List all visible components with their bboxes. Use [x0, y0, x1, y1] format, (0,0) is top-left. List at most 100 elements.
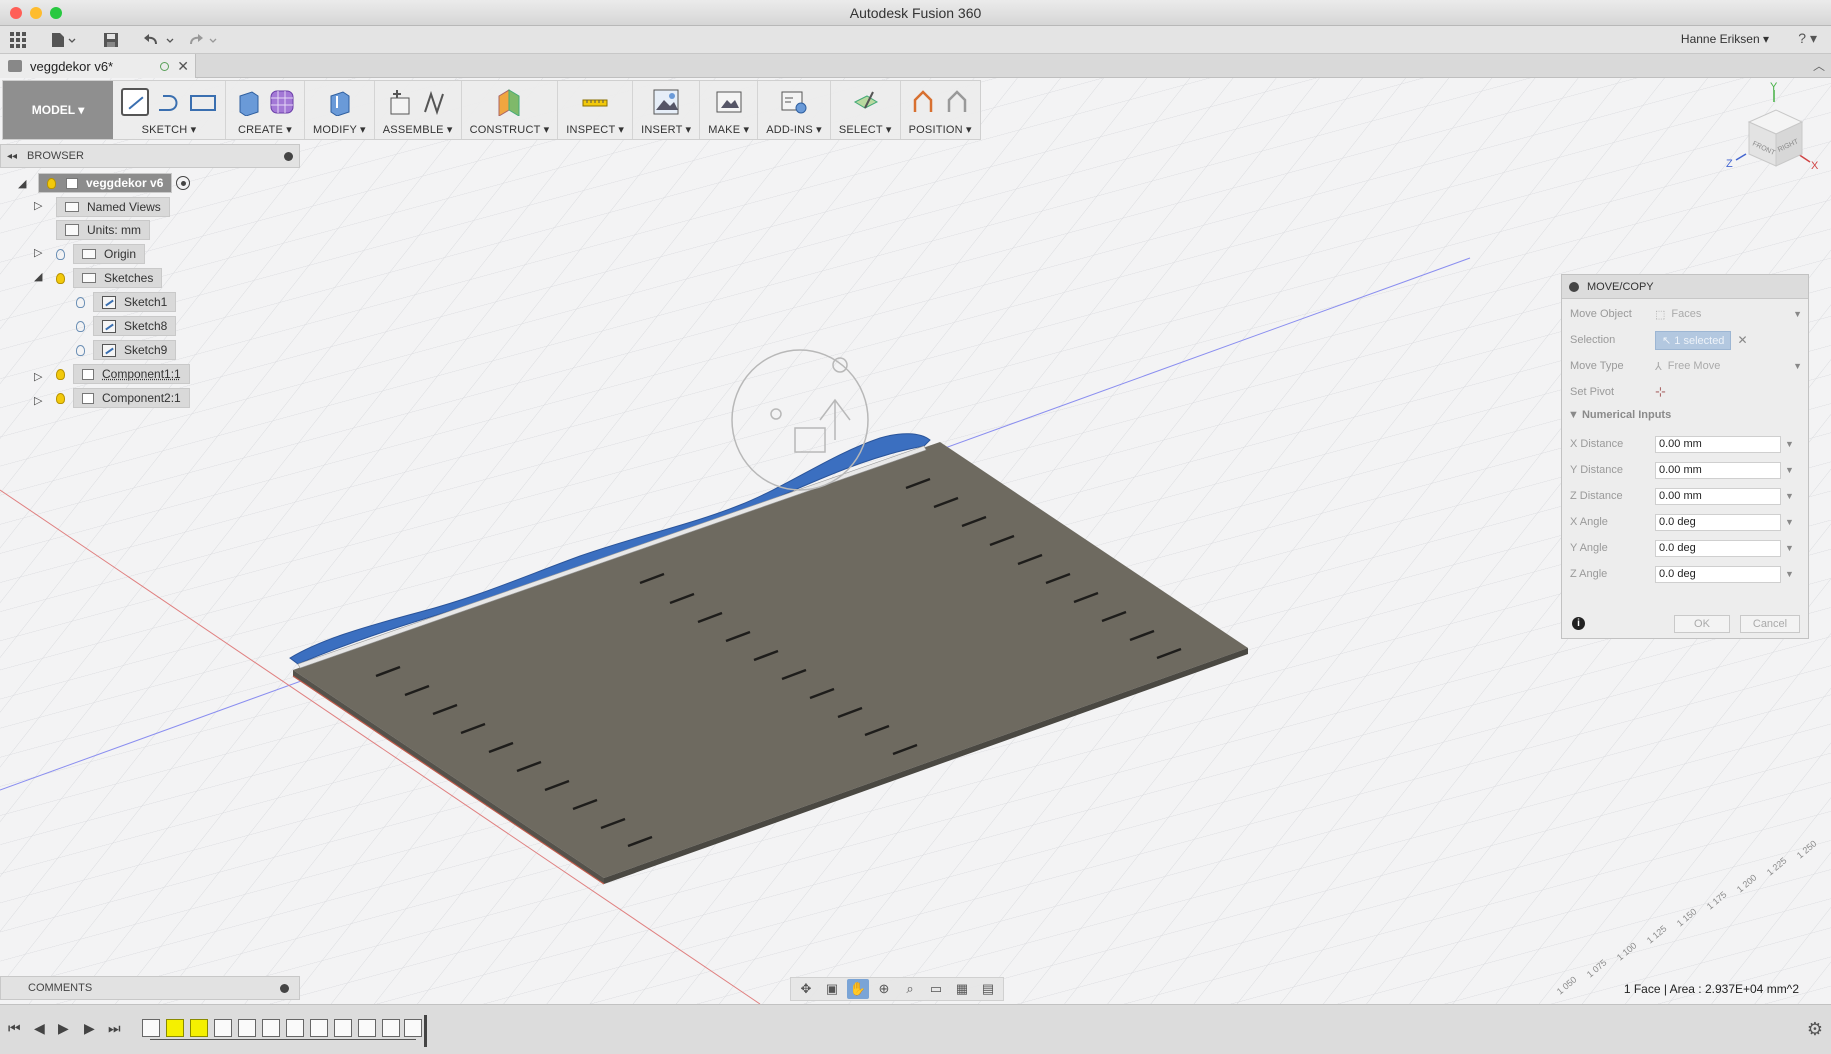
document-tab[interactable]: veggdekor v6* ✕ [0, 54, 196, 78]
timeline-sketch-feature[interactable] [214, 1019, 232, 1037]
assemble-group[interactable]: ASSEMBLE ▾ [375, 81, 462, 139]
expand-origin-icon[interactable]: ▷ [34, 246, 46, 259]
gear-icon[interactable]: ⚙ [1807, 1019, 1823, 1040]
modify-group[interactable]: MODIFY ▾ [305, 81, 375, 139]
expand-component1-icon[interactable]: ▷ [34, 370, 46, 383]
tree-item-units[interactable]: Units: mm [56, 220, 150, 240]
clear-selection-icon[interactable]: ✕ [1737, 333, 1747, 347]
insert-group[interactable]: INSERT ▾ [633, 81, 701, 139]
redo-icon[interactable] [187, 30, 221, 50]
pin-icon[interactable] [284, 151, 293, 161]
pivot-icon[interactable]: ⊹ [1655, 384, 1666, 400]
data-panel-grid-icon[interactable] [10, 30, 26, 50]
timeline-move-feature[interactable] [358, 1019, 376, 1037]
expand-component2-icon[interactable]: ▷ [34, 394, 46, 407]
tree-item-sketch8[interactable]: Sketch8 [76, 316, 177, 336]
measure-icon[interactable] [581, 88, 609, 116]
save-icon[interactable] [103, 30, 119, 50]
browser-panel-header[interactable]: ◂◂ BROWSER [0, 144, 300, 168]
new-component-icon[interactable] [387, 88, 415, 116]
tree-item-sketch9[interactable]: Sketch9 [76, 340, 177, 360]
orbit-icon[interactable]: ✥ [795, 979, 817, 999]
chevron-down-icon[interactable]: ▼ [1785, 439, 1794, 449]
timeline-extrude-feature[interactable] [238, 1019, 256, 1037]
inspect-group[interactable]: INSPECT ▾ [558, 81, 634, 139]
chevron-up-icon[interactable]: ︿ [1813, 57, 1825, 74]
chevron-down-icon[interactable]: ▼ [1785, 543, 1794, 553]
undo-icon[interactable] [142, 30, 176, 50]
visibility-bulb-icon[interactable] [56, 368, 65, 380]
3d-print-icon[interactable] [715, 88, 743, 116]
tree-item-component1[interactable]: Component1:1 [56, 364, 190, 384]
viewcube[interactable]: Y X Z FRONT RIGHT [1716, 82, 1826, 192]
dialog-header[interactable]: MOVE/COPY [1562, 275, 1808, 299]
timeline-feature-selected[interactable] [166, 1019, 184, 1037]
add-ins-group[interactable]: ADD-INS ▾ [758, 81, 831, 139]
chevron-down-icon[interactable]: ▼ [1785, 517, 1794, 527]
y-distance-input[interactable]: 0.00 mm [1655, 461, 1781, 479]
timeline-marker[interactable] [424, 1015, 427, 1047]
construct-group[interactable]: CONSTRUCT ▾ [462, 81, 559, 139]
numerical-inputs-section[interactable]: ▼ Numerical Inputs [1568, 409, 1671, 421]
go-to-start-icon[interactable]: ⏮ [8, 1020, 21, 1037]
move-type-select[interactable]: ⅄ Free Move ▼ [1655, 360, 1802, 373]
add-comment-icon[interactable] [280, 983, 289, 993]
timeline-feature[interactable] [404, 1019, 422, 1037]
fit-icon[interactable]: ⌕ [899, 979, 921, 999]
visibility-bulb-icon[interactable] [76, 344, 85, 356]
expand-named-views-icon[interactable]: ▷ [34, 199, 46, 212]
tree-item-sketches[interactable]: Sketches [56, 268, 163, 288]
zoom-icon[interactable]: ⊕ [873, 979, 895, 999]
file-menu-icon[interactable] [50, 30, 76, 50]
minimize-dialog-icon[interactable] [1569, 281, 1579, 292]
expand-root-icon[interactable]: ◢ [18, 177, 30, 190]
visibility-bulb-icon[interactable] [56, 392, 65, 404]
scripts-addins-icon[interactable] [780, 88, 808, 116]
viewport-canvas[interactable]: 1 050 1 075 1 100 1 125 1 150 1 175 1 20… [0, 78, 1831, 1004]
sketch-group[interactable]: SKETCH ▾ [113, 81, 226, 139]
play-icon[interactable]: ▶ [58, 1020, 69, 1037]
timeline-sketch-feature[interactable] [142, 1019, 160, 1037]
create-sketch-icon[interactable] [121, 88, 149, 116]
visibility-bulb-icon[interactable] [76, 320, 85, 332]
look-at-icon[interactable]: ▣ [821, 979, 843, 999]
chevron-down-icon[interactable]: ▼ [1785, 569, 1794, 579]
collapse-panel-icon[interactable]: ◂◂ [7, 151, 17, 162]
timeline-sketch-feature[interactable] [286, 1019, 304, 1037]
visibility-bulb-icon[interactable] [56, 272, 65, 284]
expand-sketches-icon[interactable]: ◢ [34, 270, 46, 283]
select-group[interactable]: SELECT ▾ [831, 81, 901, 139]
visibility-bulb-icon[interactable] [76, 296, 85, 308]
visibility-bulb-icon[interactable] [47, 177, 56, 189]
close-tab-icon[interactable]: ✕ [177, 58, 189, 75]
grid-settings-icon[interactable]: ▦ [951, 979, 973, 999]
timeline-feature[interactable] [262, 1019, 280, 1037]
tree-item-sketch1[interactable]: Sketch1 [76, 292, 177, 312]
selection-chip[interactable]: ↖ 1 selected [1655, 330, 1732, 350]
cancel-button[interactable]: Cancel [1740, 615, 1800, 633]
line-icon[interactable] [155, 88, 183, 116]
go-to-end-icon[interactable]: ⏭ [108, 1020, 121, 1037]
revert-position-icon[interactable] [943, 88, 971, 116]
tree-item-origin[interactable]: Origin [56, 244, 146, 264]
z-angle-input[interactable]: 0.0 deg [1655, 565, 1781, 583]
create-group[interactable]: CREATE ▾ [226, 81, 305, 139]
step-back-icon[interactable]: ◀ [34, 1020, 45, 1037]
comments-panel-header[interactable]: COMMENTS [0, 976, 300, 1000]
timeline-feature-selected[interactable] [190, 1019, 208, 1037]
activate-radio-icon[interactable] [176, 176, 191, 190]
info-icon[interactable]: i [1572, 617, 1585, 630]
chevron-down-icon[interactable]: ▼ [1785, 465, 1794, 475]
workspace-switcher[interactable]: MODEL ▾ [3, 81, 113, 139]
chevron-down-icon[interactable]: ▼ [1785, 491, 1794, 501]
step-forward-icon[interactable]: ▶ [84, 1020, 95, 1037]
rectangle-icon[interactable] [189, 88, 217, 116]
display-settings-icon[interactable]: ▭ [925, 979, 947, 999]
extrude-icon[interactable] [234, 88, 262, 117]
y-angle-input[interactable]: 0.0 deg [1655, 539, 1781, 557]
viewports-icon[interactable]: ▤ [977, 979, 999, 999]
select-icon[interactable] [851, 88, 879, 116]
tree-item-component2[interactable]: Component2:1 [56, 388, 190, 408]
user-menu[interactable]: Hanne Eriksen ▾ [1681, 32, 1769, 46]
make-group[interactable]: MAKE ▾ [700, 81, 759, 139]
